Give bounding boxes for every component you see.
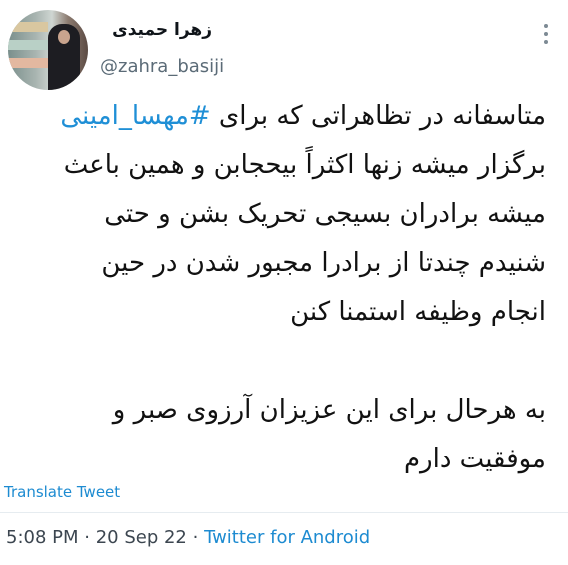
more-dot [544, 24, 548, 28]
username-handle[interactable]: @zahra_basiji [100, 56, 224, 77]
avatar-bg-shelf [8, 58, 48, 68]
more-options-icon[interactable] [538, 22, 554, 46]
tweet-line: میشه برادران بسیجی تحریک بشن و حتی [104, 199, 546, 229]
tweet-line: موفقیت دارم [403, 444, 546, 474]
tweet-date[interactable]: 20 Sep 22 [96, 527, 187, 548]
display-name[interactable]: زهرا حمیدی [112, 20, 212, 40]
avatar-bg-shelf [8, 40, 48, 50]
tweet-line: متاسفانه در تظاهراتی که برای #مهسا_امینی [10, 92, 546, 141]
tweet-source-link[interactable]: Twitter for Android [204, 527, 370, 548]
tweet-line: شنیدم چندتا از برادرا مجبور شدن در حین [101, 248, 546, 278]
avatar-face [58, 30, 70, 44]
avatar-bg-shelf [8, 22, 48, 32]
tweet-text: متاسفانه در تظاهراتی که برای #مهسا_امینی… [10, 92, 546, 484]
tweet-line: انجام وظیفه استمنا کنن [290, 297, 546, 327]
tweet-line: به هرحال برای این عزیزان آرزوی صبر و [112, 395, 546, 425]
tweet-line-text: متاسفانه در تظاهراتی که برای [210, 101, 546, 131]
more-dot [544, 32, 548, 36]
tweet-line: برگزار میشه زنها اکثراً بیحجابن و همین ب… [63, 150, 546, 180]
avatar[interactable] [8, 10, 88, 90]
more-dot [544, 40, 548, 44]
divider [0, 512, 568, 513]
meta-separator: · [186, 527, 205, 548]
tweet-meta: 5:08 PM · 20 Sep 22 · Twitter for Androi… [6, 527, 370, 548]
hashtag-link[interactable]: #مهسا_امینی [60, 101, 210, 131]
translate-tweet-link[interactable]: Translate Tweet [4, 483, 120, 501]
meta-separator: · [78, 527, 96, 548]
tweet-time[interactable]: 5:08 PM [6, 527, 79, 548]
